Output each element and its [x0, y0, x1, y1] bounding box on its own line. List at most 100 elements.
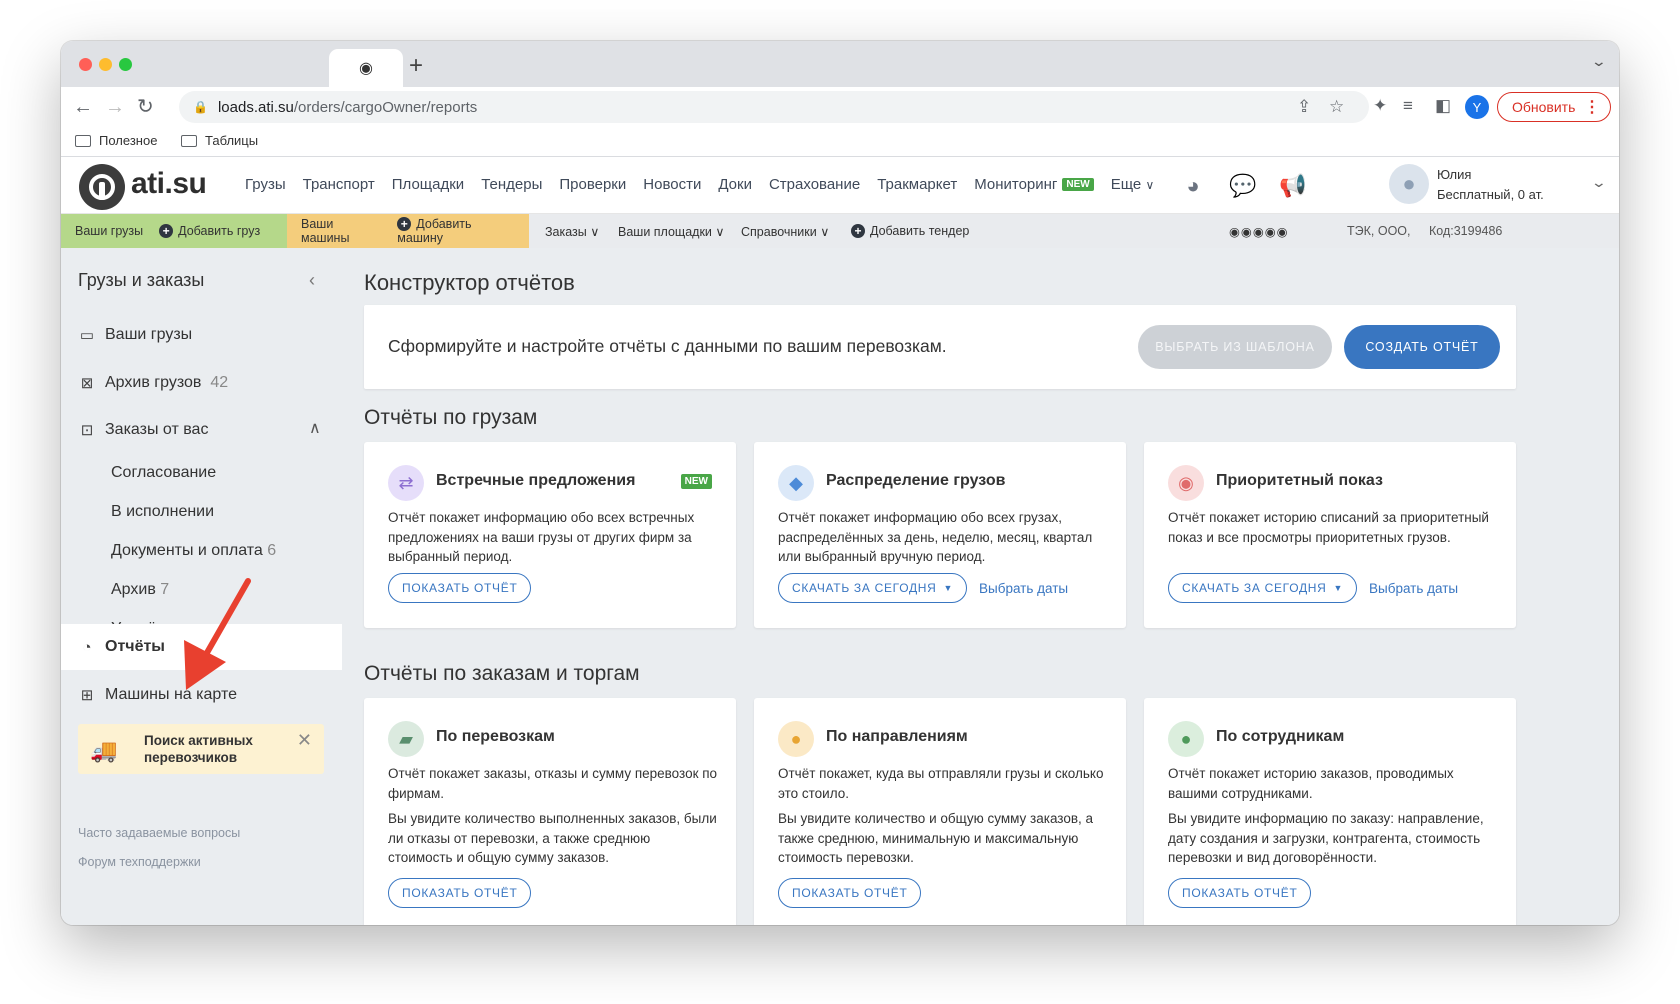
sidebar-subitem-label: В исполнении	[111, 503, 215, 520]
sidebar-subitem-in-progress[interactable]: В исполнении	[111, 503, 214, 521]
sidebar-item-your-cargo[interactable]: ▭ Ваши грузы	[78, 326, 192, 344]
nav-truckmarket[interactable]: Тракмаркет	[877, 176, 957, 193]
pick-dates-link[interactable]: Выбрать даты	[979, 581, 1068, 596]
chevron-up-icon[interactable]: ∧	[309, 418, 321, 438]
person-icon: ●	[1168, 721, 1204, 757]
download-today-button[interactable]: СКАЧАТЬ ЗА СЕГОДНЯ ▼	[1168, 573, 1358, 603]
kebab-menu-icon[interactable]: ⋮	[1584, 97, 1600, 117]
show-report-label: ПОКАЗАТЬ ОТЧЁТ	[402, 581, 518, 595]
reading-list-icon[interactable]: ≡	[1403, 96, 1413, 116]
close-window-button[interactable]	[79, 58, 92, 71]
new-badge: NEW	[1062, 178, 1094, 191]
sidebar-item-your-orders[interactable]: ⊡ Заказы от вас	[78, 421, 209, 439]
faq-link[interactable]: Часто задаваемые вопросы	[78, 826, 240, 840]
bookmark-star-icon[interactable]: ☆	[1329, 97, 1344, 117]
side-panel-icon[interactable]: ◧	[1435, 96, 1451, 116]
sidebar-subitem-archive[interactable]: Архив 7	[111, 581, 169, 599]
nav-insurance[interactable]: Страхование	[769, 176, 860, 193]
close-icon[interactable]: ✕	[297, 730, 312, 751]
sidebar-subitem-documents[interactable]: Документы и оплата 6	[111, 542, 276, 560]
folder-icon	[75, 134, 91, 147]
nav-docs[interactable]: Доки	[718, 176, 752, 193]
report-card-by-directions: ● По направлениям Отчёт покажет, куда вы…	[754, 698, 1126, 925]
back-arrow-icon[interactable]: ←	[73, 95, 93, 119]
sidebar-title: Грузы и заказы	[78, 270, 205, 290]
show-report-button[interactable]: ПОКАЗАТЬ ОТЧЁТ	[778, 878, 922, 908]
chat-bubbles-icon[interactable]: 💬	[1229, 172, 1257, 200]
rating-icons[interactable]: ◉◉◉◉◉	[1229, 224, 1289, 239]
user-info[interactable]: Юлия Бесплатный, 0 ат.	[1437, 165, 1544, 205]
nav-more[interactable]: Еще ∨	[1111, 176, 1155, 193]
forward-arrow-icon[interactable]: →	[105, 95, 125, 119]
machines-group: Ваши машины + Добавить машину	[287, 214, 529, 248]
report-card-by-shipments: ▰ По перевозкам Отчёт покажет заказы, от…	[364, 698, 736, 925]
add-machine-button[interactable]: + Добавить машину	[397, 217, 515, 245]
download-today-button[interactable]: СКАЧАТЬ ЗА СЕГОДНЯ ▼	[778, 573, 968, 603]
show-report-button[interactable]: ПОКАЗАТЬ ОТЧЁТ	[388, 573, 532, 603]
sidebar-subitem-approval[interactable]: Согласование	[111, 464, 216, 482]
archive-icon: ⊠	[80, 375, 94, 392]
nav-news[interactable]: Новости	[643, 176, 701, 193]
nav-transport[interactable]: Транспорт	[303, 176, 375, 193]
main-nav: Грузы Транспорт Площадки Тендеры Проверк…	[245, 176, 1154, 193]
choose-template-button[interactable]: ВЫБРАТЬ ИЗ ШАБЛОНА	[1138, 325, 1332, 369]
sidebar-item-cargo-archive[interactable]: ⊠ Архив грузов 42	[78, 374, 228, 392]
nav-monitoring[interactable]: Мониторинг NEW	[974, 176, 1094, 193]
orders-dropdown[interactable]: Заказы ∨	[545, 224, 599, 240]
card-title: По перевозкам	[436, 728, 555, 745]
bookmark-useful[interactable]: Полезное	[75, 133, 157, 148]
sidebar-item-label: Заказы от вас	[105, 421, 209, 438]
references-dropdown[interactable]: Справочники ∨	[741, 224, 829, 240]
bookmark-label: Таблицы	[205, 133, 259, 148]
your-machines-link[interactable]: Ваши машины	[301, 217, 381, 245]
browser-toolbar: ← → ↻ 🔒 loads.ati.su/orders/cargoOwner/r…	[61, 87, 1619, 127]
profile-avatar[interactable]: Y	[1465, 95, 1489, 119]
reload-icon[interactable]: ↻	[137, 95, 154, 119]
tab-list-chevron-icon[interactable]: ⌄	[1591, 53, 1607, 70]
avatar[interactable]: ●	[1389, 164, 1429, 204]
map-icon: ⊞	[80, 687, 94, 704]
share-icon[interactable]: ⇪	[1297, 97, 1311, 117]
show-report-label: ПОКАЗАТЬ ОТЧЁТ	[1182, 886, 1298, 900]
sub-nav: Ваши грузы + Добавить груз Ваши машины + Д…	[61, 214, 1619, 248]
pick-dates-link[interactable]: Выбрать даты	[1369, 581, 1458, 596]
your-cargo-link[interactable]: Ваши грузы	[75, 224, 143, 238]
platforms-label: Ваши площадки	[618, 224, 712, 239]
show-report-button[interactable]: ПОКАЗАТЬ ОТЧЁТ	[1168, 878, 1312, 908]
update-label: Обновить	[1512, 99, 1576, 115]
nav-tenders[interactable]: Тендеры	[481, 176, 542, 193]
update-browser-button[interactable]: Обновить ⋮	[1497, 92, 1611, 122]
ati-logo-icon[interactable]	[79, 164, 125, 210]
report-card-counter-offers: ⇄ Встречные предложения NEW Отчёт покаже…	[364, 442, 736, 628]
add-cargo-button[interactable]: + Добавить груз	[159, 224, 260, 238]
megaphone-icon[interactable]: 📢	[1279, 172, 1307, 200]
platforms-dropdown[interactable]: Ваши площадки ∨	[618, 224, 725, 240]
main-content: Конструктор отчётов Сформируйте и настро…	[342, 248, 1619, 925]
user-search-icon[interactable]: ◕	[1179, 172, 1207, 200]
forum-link[interactable]: Форум техподдержки	[78, 855, 201, 869]
add-tender-button[interactable]: + Добавить тендер	[851, 224, 969, 238]
logo-text[interactable]: ati.su	[131, 167, 207, 201]
card-description: Отчёт покажет, куда вы отправляли грузы …	[778, 766, 1104, 801]
collapse-chevron-icon[interactable]: ‹	[309, 270, 315, 291]
map-pin-icon: ●	[778, 721, 814, 757]
new-tab-button[interactable]: +	[379, 49, 453, 83]
sidebar-item-map[interactable]: ⊞ Машины на карте	[78, 686, 237, 704]
nav-platforms[interactable]: Площадки	[392, 176, 464, 193]
sidebar-item-reports[interactable]: ◔ Отчёты	[78, 638, 165, 656]
card-description: Отчёт покажет заказы, отказы и сумму пер…	[388, 766, 718, 801]
address-bar[interactable]: 🔒 loads.ati.su/orders/cargoOwner/reports…	[179, 91, 1369, 123]
nav-checks[interactable]: Проверки	[559, 176, 626, 193]
nav-cargo[interactable]: Грузы	[245, 176, 286, 193]
builder-banner: Сформируйте и настройте отчёты с данными…	[364, 305, 1516, 389]
create-report-button[interactable]: СОЗДАТЬ ОТЧЁТ	[1344, 325, 1500, 369]
show-report-button[interactable]: ПОКАЗАТЬ ОТЧЁТ	[388, 878, 532, 908]
orders-label: Заказы	[545, 224, 587, 239]
chevron-down-icon[interactable]: ⌄	[1591, 174, 1607, 191]
minimize-window-button[interactable]	[99, 58, 112, 71]
extensions-puzzle-icon[interactable]: ✦	[1373, 96, 1387, 116]
bookmark-tables[interactable]: Таблицы	[181, 133, 258, 148]
maximize-window-button[interactable]	[119, 58, 132, 71]
bookmarks-bar: Полезное Таблицы	[61, 127, 1619, 157]
promo-banner[interactable]: 🚚 Поиск активных перевозчиков ✕	[78, 724, 324, 774]
